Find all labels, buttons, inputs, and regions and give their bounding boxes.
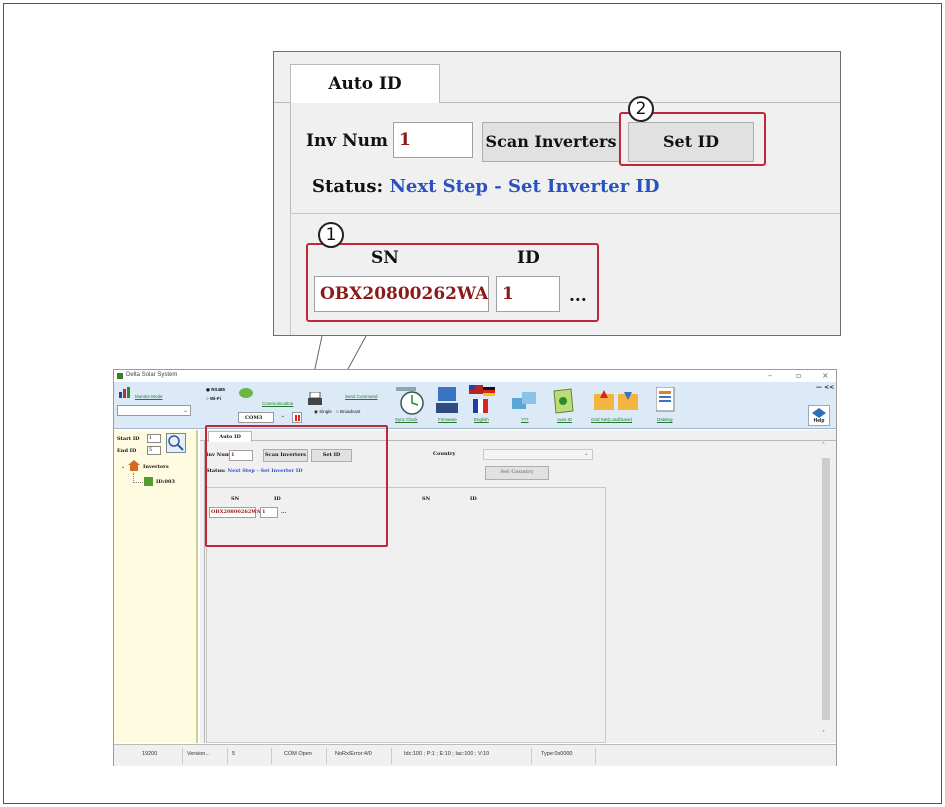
window-title: Delta Solar System	[126, 372, 178, 378]
unknown-tool-link[interactable]: ???	[521, 417, 529, 422]
wifi-radio[interactable]: ○ Wi-Fi	[206, 396, 221, 401]
sidebar: Start ID 1 End ID 5 ⌄ Inverters ID:003	[114, 430, 198, 743]
firmware-link[interactable]: Firmware	[438, 417, 457, 422]
minimize-icon[interactable]: –	[768, 371, 772, 380]
app-highlight-box	[205, 425, 388, 547]
broadcast-radio[interactable]: ○ Broadcast	[336, 409, 360, 414]
app-window: Delta Solar System – ▫ × Monitor Mode ⌄ …	[113, 369, 837, 766]
help-icon	[812, 408, 826, 418]
status-type: Type:0x0000	[541, 751, 573, 757]
pause-button[interactable]	[292, 412, 302, 423]
scrollbar-thumb[interactable]	[822, 458, 830, 720]
country-select[interactable]: ⌄	[483, 449, 593, 460]
send-command-link[interactable]: Send Command	[345, 394, 378, 399]
main-sn-header-2: SN	[422, 496, 431, 502]
house-icon	[128, 460, 140, 471]
communication-icon[interactable]	[238, 387, 254, 399]
help-button[interactable]: Help	[808, 405, 830, 426]
monitor-mode-link[interactable]: Monitor Mode	[135, 394, 163, 399]
scroll-up-icon[interactable]: ˄	[822, 442, 825, 449]
status-readings: Idc:100 ; P:1 ; E:10 ; Iac:100 ; V:10	[404, 751, 490, 757]
maximize-icon[interactable]: ▫	[796, 371, 801, 380]
sync-clock-icon[interactable]	[396, 387, 426, 415]
end-id-input[interactable]: 5	[147, 446, 161, 455]
set-country-button[interactable]: Set Country	[485, 466, 549, 480]
datalog-link[interactable]: Datalog	[657, 417, 673, 422]
auto-id-link[interactable]: Auto ID	[557, 417, 572, 422]
start-id-input[interactable]: 1	[147, 434, 161, 443]
sync-clock-link[interactable]: Sync Clock	[395, 417, 418, 422]
vertical-scrollbar[interactable]: ˄ ˅	[820, 442, 832, 741]
english-link[interactable]: English	[474, 417, 489, 422]
chevron-down-icon: ⌄	[583, 450, 589, 457]
rs485-radio[interactable]: ◉ RS485	[206, 387, 225, 393]
close-icon[interactable]: ×	[822, 371, 829, 380]
status-baud: 19200	[142, 751, 158, 757]
grid-set-link[interactable]: Grid Set(Load/Save)	[591, 417, 632, 422]
status-norx: NoRx/Error:4/0	[335, 751, 372, 757]
status-count: 5	[232, 751, 236, 757]
toolbar: Monitor Mode ⌄ ◉ RS485 ○ Wi-Fi Communica…	[114, 382, 836, 429]
chevron-down-icon: ⌄	[280, 413, 285, 419]
end-id-label: End ID	[117, 448, 137, 454]
single-radio[interactable]: ◉ Single	[314, 409, 332, 415]
monitor-mode-icon[interactable]	[119, 387, 133, 398]
collapse-toolbar-button[interactable]: — <<	[816, 384, 834, 391]
datalog-icon[interactable]	[656, 387, 676, 413]
chevron-down-icon: ⌄	[182, 407, 188, 414]
language-flags-icon[interactable]	[469, 385, 497, 415]
status-com: COM Open	[284, 751, 312, 757]
com-port-select[interactable]: COM3 ⌄	[238, 412, 285, 423]
mode-select[interactable]: ⌄	[117, 405, 191, 416]
status-bar: 19200 Version... 5 COM Open NoRx/Error:4…	[114, 744, 836, 766]
printer-icon[interactable]	[308, 392, 322, 408]
auto-id-icon[interactable]	[551, 387, 575, 415]
app-logo-icon	[117, 373, 123, 379]
tree-root-inverters[interactable]: Inverters	[143, 464, 169, 470]
status-version: Version...	[187, 751, 210, 757]
main-id-header-2: ID	[470, 496, 477, 502]
tree-expand-icon[interactable]: ⌄	[121, 464, 125, 470]
communication-link[interactable]: Communication	[262, 401, 293, 406]
scan-search-button[interactable]	[166, 433, 186, 453]
country-label: Country	[433, 451, 456, 457]
search-icon	[168, 435, 184, 451]
tree-node-id003[interactable]: ID:003	[156, 479, 175, 485]
inverter-node-icon	[144, 477, 153, 486]
scroll-down-icon[interactable]: ˅	[822, 730, 825, 737]
firmware-icon[interactable]	[436, 387, 460, 415]
transfer-icon[interactable]	[512, 390, 538, 414]
start-id-label: Start ID	[117, 436, 140, 442]
title-bar: Delta Solar System – ▫ ×	[114, 370, 836, 382]
grid-set-icon[interactable]	[594, 388, 642, 414]
